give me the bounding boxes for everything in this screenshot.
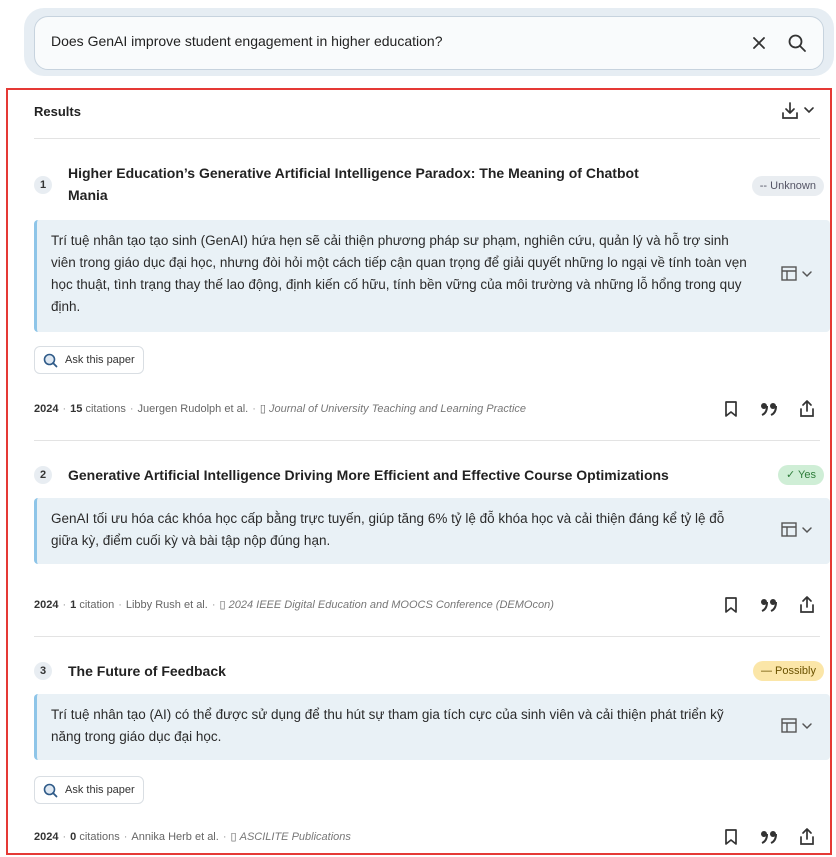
paper-actions [720, 594, 820, 616]
summary-text: GenAI tối ưu hóa các khóa học cấp bằng t… [51, 511, 725, 548]
divider [34, 440, 820, 441]
paper-year: 2024 [34, 831, 59, 843]
close-icon[interactable] [747, 31, 771, 55]
citation-count: 15 [70, 403, 83, 415]
paper-actions [720, 398, 820, 420]
paper-title[interactable]: The Future of Feedback [68, 660, 226, 682]
book-icon: ▯ [219, 599, 226, 611]
paper-year: 2024 [34, 403, 59, 415]
chat-search-icon [43, 352, 58, 368]
paper-index: 2 [34, 466, 52, 484]
ask-paper-label: Ask this paper [65, 784, 135, 796]
paper-actions [720, 826, 820, 848]
paper-summary: Trí tuệ nhân tạo (AI) có thể được sử dụn… [34, 694, 830, 760]
ask-paper-button[interactable]: Ask this paper [34, 776, 144, 804]
paper-title[interactable]: Higher Education’s Generative Artificial… [68, 162, 639, 206]
search-query-text: Does GenAI improve student engagement in… [51, 33, 443, 49]
ask-paper-label: Ask this paper [65, 354, 135, 366]
relevance-badge: ✓ Yes [777, 465, 824, 485]
quote-icon[interactable] [758, 826, 780, 848]
paper-card-3: 3 The Future of Feedback — Possibly Trí … [34, 660, 830, 853]
chat-search-icon [43, 782, 58, 798]
quote-icon[interactable] [758, 398, 780, 420]
bookmark-icon[interactable] [720, 826, 742, 848]
paper-meta: 2024 · 0 citations · Annika Herb et al. · ▯ AS… [34, 831, 351, 843]
book-icon: ▯ [230, 831, 237, 843]
paper-journal[interactable]: Journal of University Teaching and Learn… [269, 403, 526, 415]
paper-year: 2024 [34, 599, 59, 611]
share-icon[interactable] [796, 826, 818, 848]
bookmark-icon[interactable] [720, 398, 742, 420]
paper-authors[interactable]: Annika Herb et al. [131, 831, 218, 843]
citation-count: 1 [70, 599, 77, 611]
paper-summary: Trí tuệ nhân tạo tạo sinh (GenAI) hứa hẹ… [34, 220, 830, 332]
share-icon[interactable] [796, 594, 818, 616]
relevance-badge: -- Unknown [751, 176, 824, 196]
table-icon[interactable] [780, 520, 816, 540]
summary-text: Trí tuệ nhân tạo (AI) có thể được sử dụn… [51, 707, 724, 744]
paper-meta: 2024 · 15 citations · Juergen Rudolph et al.… [34, 403, 527, 415]
paper-card-2: 2 Generative Artificial Intelligence Dri… [34, 464, 830, 644]
paper-card-1: 1 Higher Education’s Generative Artifici… [34, 162, 830, 432]
divider [34, 138, 820, 139]
divider [34, 636, 820, 637]
paper-title-line: Mania [68, 187, 108, 203]
search-bar-container: Does GenAI improve student engagement in… [24, 8, 834, 76]
paper-journal[interactable]: ASCILITE Publications [240, 831, 351, 843]
table-icon[interactable] [780, 264, 816, 284]
ask-paper-button[interactable]: Ask this paper [34, 346, 144, 374]
book-icon: ▯ [259, 403, 266, 415]
citation-label: citations [85, 403, 126, 415]
download-icon[interactable] [780, 100, 820, 122]
paper-summary: GenAI tối ưu hóa các khóa học cấp bằng t… [34, 498, 830, 564]
citation-label: citations [79, 831, 120, 843]
bookmark-icon[interactable] [720, 594, 742, 616]
paper-authors[interactable]: Libby Rush et al. [126, 599, 208, 611]
paper-authors[interactable]: Juergen Rudolph et al. [138, 403, 249, 415]
table-icon[interactable] [780, 716, 816, 736]
search-icon[interactable] [785, 31, 809, 55]
results-panel: Results 1 Higher Education’s Generative … [6, 88, 832, 855]
citation-count: 0 [70, 831, 77, 843]
search-input[interactable]: Does GenAI improve student engagement in… [34, 16, 824, 70]
quote-icon[interactable] [758, 594, 780, 616]
summary-text: Trí tuệ nhân tạo tạo sinh (GenAI) hứa hẹ… [51, 233, 747, 314]
paper-journal[interactable]: 2024 IEEE Digital Education and MOOCS Co… [229, 599, 554, 611]
paper-title[interactable]: Generative Artificial Intelligence Drivi… [68, 464, 669, 486]
paper-index: 3 [34, 662, 52, 680]
share-icon[interactable] [796, 398, 818, 420]
paper-index: 1 [34, 176, 52, 194]
paper-meta: 2024 · 1 citation · Libby Rush et al. · ▯ 2024… [34, 599, 554, 611]
results-heading: Results [34, 104, 81, 119]
paper-title-line: Higher Education’s Generative Artificial… [68, 165, 639, 181]
relevance-badge: — Possibly [752, 661, 824, 681]
citation-label: citation [79, 599, 115, 611]
